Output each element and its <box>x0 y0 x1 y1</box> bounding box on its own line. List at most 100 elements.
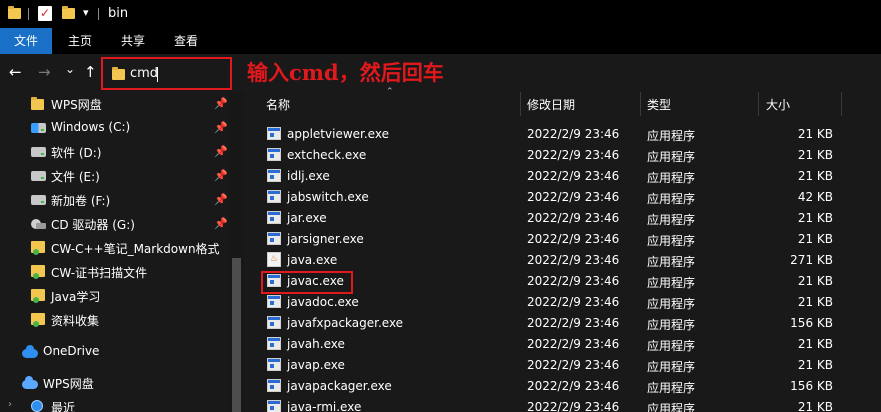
exe-icon <box>267 148 281 161</box>
file-row[interactable]: javadoc.exe 2022/2/9 23:46 应用程序 21 KB <box>244 292 881 313</box>
file-type: 应用程序 <box>647 276 696 290</box>
pin-icon: 📌 <box>214 97 228 110</box>
file-type: 应用程序 <box>647 171 696 185</box>
sidebar-item-cw-cert-scans[interactable]: CW-证书扫描文件 <box>0 260 229 284</box>
sidebar-item-cw-cpp-notes[interactable]: CW-C++笔记_Markdown格式 <box>0 236 229 260</box>
exe-icon <box>267 190 281 203</box>
address-input[interactable]: cmd <box>130 66 158 81</box>
file-date: 2022/2/9 23:46 <box>527 148 620 162</box>
text-caret <box>157 67 158 82</box>
file-name: java.exe <box>287 253 338 267</box>
back-arrow-icon[interactable]: ← <box>9 64 22 80</box>
exe-icon <box>267 316 281 329</box>
file-name: javap.exe <box>287 358 345 372</box>
sidebar-item-drive-c[interactable]: Windows (C:) 📌 <box>0 116 229 140</box>
cd-drive-icon <box>31 217 46 229</box>
sidebar-item-label: Java学习 <box>51 290 101 304</box>
file-row[interactable]: appletviewer.exe 2022/2/9 23:46 应用程序 21 … <box>244 124 881 145</box>
recent-locations-icon[interactable]: ⌄ <box>65 61 75 77</box>
column-divider[interactable] <box>841 92 842 116</box>
sidebar-item-drive-f[interactable]: 新加卷 (F:) 📌 <box>0 188 229 212</box>
file-row[interactable]: javah.exe 2022/2/9 23:46 应用程序 21 KB <box>244 334 881 355</box>
exe-icon <box>267 127 281 140</box>
file-size: 21 KB <box>797 274 833 288</box>
file-size: 271 KB <box>790 253 833 267</box>
file-row[interactable]: javapackager.exe 2022/2/9 23:46 应用程序 156… <box>244 376 881 397</box>
pin-icon: 📌 <box>214 217 228 230</box>
sidebar-item-java-study[interactable]: Java学习 <box>0 284 229 308</box>
sidebar-item-label: CD 驱动器 (G:) <box>51 218 135 232</box>
sidebar-item-label: 最近 <box>51 401 76 412</box>
exe-icon <box>267 400 281 412</box>
sidebar-item-drive-g[interactable]: CD 驱动器 (G:) 📌 <box>0 212 229 236</box>
address-bar[interactable]: cmd <box>101 57 232 90</box>
file-row[interactable]: java-rmi.exe 2022/2/9 23:46 应用程序 21 KB <box>244 397 881 412</box>
sidebar-item-onedrive[interactable]: OneDrive <box>0 340 229 364</box>
properties-icon[interactable]: ✓ <box>38 6 52 21</box>
file-row[interactable]: extcheck.exe 2022/2/9 23:46 应用程序 21 KB <box>244 145 881 166</box>
clock-icon <box>31 400 43 412</box>
file-date: 2022/2/9 23:46 <box>527 253 620 267</box>
forward-arrow-icon[interactable]: → <box>38 64 51 80</box>
sidebar-item-label: 新加卷 (F:) <box>51 194 111 208</box>
file-name: jabswitch.exe <box>287 190 369 204</box>
sidebar-item-drive-e[interactable]: 文件 (E:) 📌 <box>0 164 229 188</box>
file-name: idlj.exe <box>287 169 330 183</box>
drive-icon <box>31 195 46 205</box>
chevron-right-icon[interactable]: › <box>8 399 12 410</box>
file-row[interactable]: ♨ java.exe 2022/2/9 23:46 应用程序 271 KB <box>244 250 881 271</box>
column-divider[interactable] <box>640 92 641 116</box>
chevron-down-icon[interactable]: ▾ <box>83 6 89 19</box>
file-date: 2022/2/9 23:46 <box>527 316 620 330</box>
column-header-date[interactable]: 修改日期 <box>527 96 575 113</box>
tab-home[interactable]: 主页 <box>60 28 100 54</box>
file-type: 应用程序 <box>647 129 696 143</box>
file-name: appletviewer.exe <box>287 127 389 141</box>
file-type: 应用程序 <box>647 255 696 269</box>
file-row[interactable]: jabswitch.exe 2022/2/9 23:46 应用程序 42 KB <box>244 187 881 208</box>
up-arrow-icon[interactable]: ↑ <box>84 64 97 80</box>
column-divider[interactable] <box>520 92 521 116</box>
file-date: 2022/2/9 23:46 <box>527 169 620 183</box>
exe-icon <box>267 211 281 224</box>
sidebar-item-recent[interactable]: › 最近 <box>0 395 229 412</box>
ribbon-tabs: 文件 主页 共享 查看 <box>0 28 881 54</box>
pin-icon: 📌 <box>214 169 228 182</box>
divider <box>28 8 29 20</box>
file-name: java-rmi.exe <box>287 400 362 412</box>
file-size: 21 KB <box>797 169 833 183</box>
sidebar-item-collection[interactable]: 资料收集 <box>0 308 229 332</box>
column-header-name[interactable]: 名称 <box>266 96 290 113</box>
file-size: 21 KB <box>797 148 833 162</box>
file-row[interactable]: javafxpackager.exe 2022/2/9 23:46 应用程序 1… <box>244 313 881 334</box>
file-name: javapackager.exe <box>287 379 392 393</box>
sidebar-scrollbar-thumb[interactable] <box>232 258 241 412</box>
new-folder-icon[interactable] <box>62 6 75 19</box>
file-type: 应用程序 <box>647 318 696 332</box>
exe-icon <box>267 358 281 371</box>
file-size: 21 KB <box>797 211 833 225</box>
synced-folder-icon <box>31 313 45 327</box>
column-header-size[interactable]: 大小 <box>766 96 790 113</box>
sidebar-item-wps-pan[interactable]: WPS网盘 📌 <box>0 92 229 116</box>
exe-icon <box>267 379 281 392</box>
file-date: 2022/2/9 23:46 <box>527 232 620 246</box>
file-name: javah.exe <box>287 337 345 351</box>
file-date: 2022/2/9 23:46 <box>527 337 620 351</box>
divider <box>98 8 99 20</box>
sort-ascending-icon: ⌃ <box>386 87 394 97</box>
column-header-type[interactable]: 类型 <box>647 96 671 113</box>
sidebar-item-wps-pan-root[interactable]: WPS网盘 <box>0 371 229 395</box>
file-row[interactable]: javap.exe 2022/2/9 23:46 应用程序 21 KB <box>244 355 881 376</box>
column-divider[interactable] <box>758 92 759 116</box>
file-row[interactable]: jarsigner.exe 2022/2/9 23:46 应用程序 21 KB <box>244 229 881 250</box>
tab-share[interactable]: 共享 <box>113 28 153 54</box>
file-size: 21 KB <box>797 337 833 351</box>
file-row[interactable]: idlj.exe 2022/2/9 23:46 应用程序 21 KB <box>244 166 881 187</box>
tab-view[interactable]: 查看 <box>166 28 206 54</box>
synced-folder-icon <box>31 241 45 255</box>
tab-file[interactable]: 文件 <box>0 28 52 54</box>
file-row[interactable]: jar.exe 2022/2/9 23:46 应用程序 21 KB <box>244 208 881 229</box>
file-size: 156 KB <box>790 316 833 330</box>
sidebar-item-drive-d[interactable]: 软件 (D:) 📌 <box>0 140 229 164</box>
